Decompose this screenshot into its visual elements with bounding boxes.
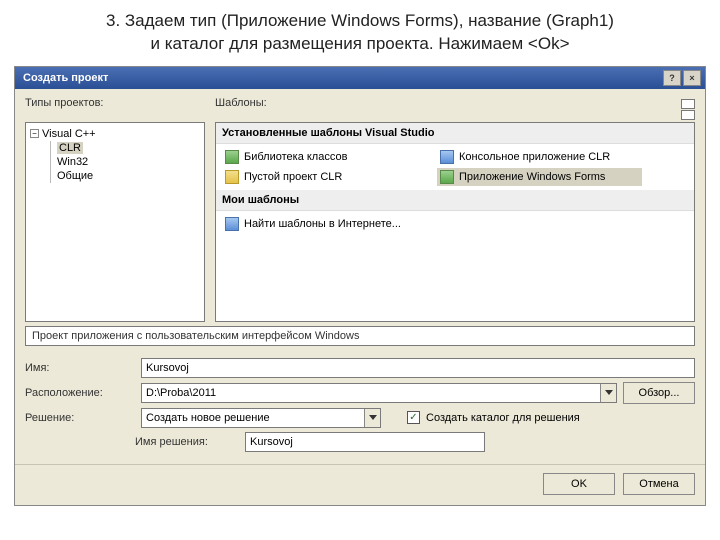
template-label: Пустой проект CLR [244,171,342,183]
large-icons-view-icon[interactable] [681,99,695,109]
tree-item-clr[interactable]: CLR [55,141,202,155]
location-value: D:\Proba\2011 [146,387,216,399]
close-button[interactable]: × [683,70,701,86]
template-class-library[interactable]: Библиотека классов [222,148,427,166]
solution-name-input[interactable] [245,432,485,452]
location-combo[interactable]: D:\Proba\2011 [141,383,617,403]
template-console-clr[interactable]: Консольное приложение CLR [437,148,642,166]
small-icons-view-icon[interactable] [681,110,695,120]
caption-line1: 3. Задаем тип (Приложение Windows Forms)… [40,10,680,33]
create-dir-checkbox[interactable]: ✓ [407,411,420,424]
template-label: Найти шаблоны в Интернете... [244,218,401,230]
solution-name-label: Имя решения: [135,436,245,448]
create-dir-label: Создать каталог для решения [426,412,580,424]
caption-line2: и каталог для размещения проекта. Нажима… [40,33,680,56]
template-label: Консольное приложение CLR [459,151,610,163]
search-icon [225,217,239,231]
project-types-tree[interactable]: − Visual C++ CLR Win32 Общие [25,122,205,322]
template-find-online[interactable]: Найти шаблоны в Интернете... [222,215,427,233]
chevron-down-icon[interactable] [364,409,380,427]
template-empty-clr[interactable]: Пустой проект CLR [222,168,427,186]
help-button[interactable]: ? [663,70,681,86]
project-icon [440,150,454,164]
location-label: Расположение: [25,387,135,399]
my-templates-header: Мои шаблоны [216,190,694,211]
project-icon [440,170,454,184]
project-icon [225,150,239,164]
template-label: Приложение Windows Forms [459,171,605,183]
templates-label: Шаблоны: [215,97,649,109]
solution-value: Создать новое решение [146,412,270,424]
template-label: Библиотека классов [244,151,347,163]
installed-templates-header: Установленные шаблоны Visual Studio [216,123,694,144]
project-types-label: Типы проектов: [25,97,205,109]
cancel-button[interactable]: Отмена [623,473,695,495]
titlebar: Создать проект ? × [15,67,705,89]
chevron-down-icon[interactable] [600,384,616,402]
templates-pane: Установленные шаблоны Visual Studio Библ… [215,122,695,322]
tree-item-win32[interactable]: Win32 [55,155,202,169]
ok-button[interactable]: OK [543,473,615,495]
instruction-caption: 3. Задаем тип (Приложение Windows Forms)… [0,0,720,62]
template-windows-forms[interactable]: Приложение Windows Forms [437,168,642,186]
new-project-dialog: Создать проект ? × Типы проектов: Шаблон… [14,66,706,506]
dialog-title: Создать проект [23,72,108,84]
project-icon [225,170,239,184]
tree-root-label: Visual C++ [42,128,96,140]
collapse-icon[interactable]: − [30,129,39,138]
template-description: Проект приложения с пользовательским инт… [25,326,695,346]
solution-combo[interactable]: Создать новое решение [141,408,381,428]
tree-root[interactable]: − Visual C++ [28,127,202,141]
name-label: Имя: [25,362,135,374]
solution-label: Решение: [25,412,135,424]
browse-button[interactable]: Обзор... [623,382,695,404]
tree-item-general[interactable]: Общие [55,169,202,183]
name-input[interactable] [141,358,695,378]
